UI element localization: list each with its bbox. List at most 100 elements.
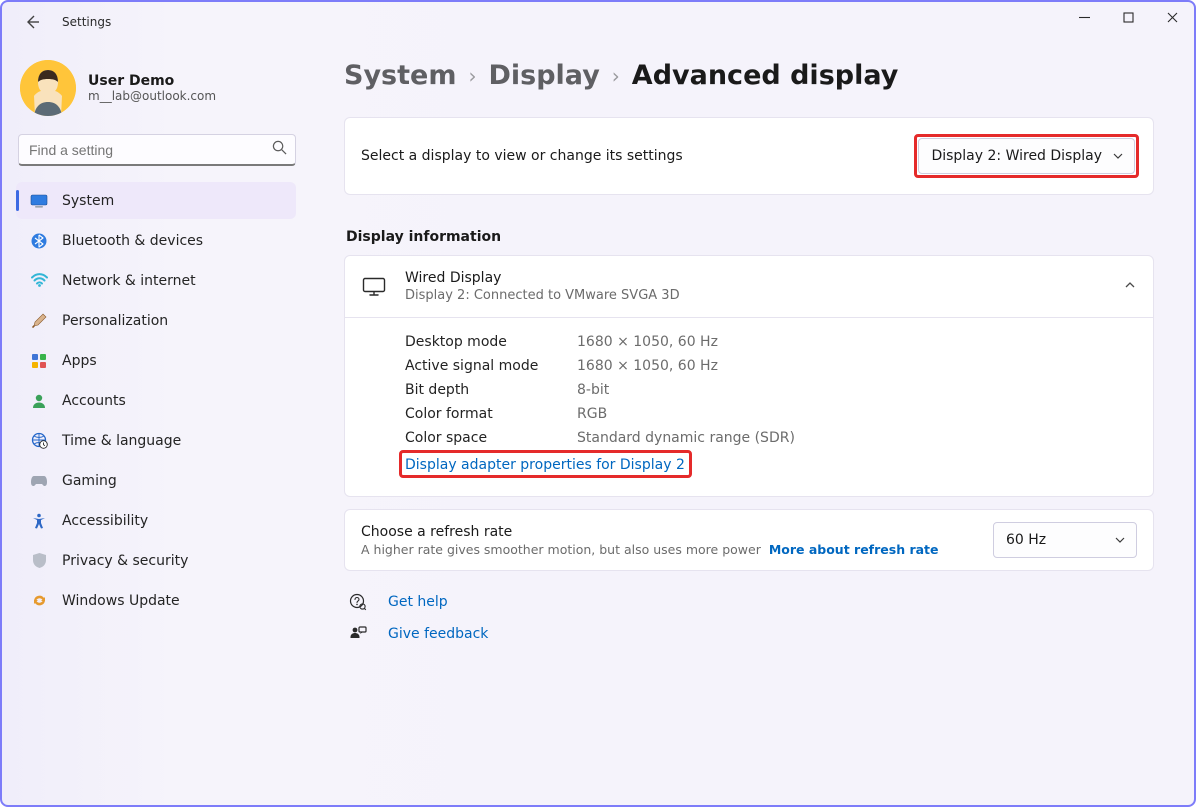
display-info-header[interactable]: Wired Display Display 2: Connected to VM… [345,256,1153,317]
highlight-callout: Display 2: Wired Display [914,134,1139,178]
sidebar-item-label: Accounts [62,393,126,409]
adapter-properties-link[interactable]: Display adapter properties for Display 2 [405,453,685,473]
monitor-icon [361,274,387,300]
profile[interactable]: User Demo m__lab@outlook.com [16,56,310,134]
maximize-button[interactable] [1106,2,1150,32]
display-dropdown-value: Display 2: Wired Display [931,148,1102,164]
sidebar-item-windows-update[interactable]: Windows Update [16,582,296,619]
sidebar-item-gaming[interactable]: Gaming [16,462,296,499]
info-row: Color spaceStandard dynamic range (SDR) [405,426,1137,450]
info-row: Color format RGB [405,402,1137,426]
close-button[interactable] [1150,2,1194,32]
breadcrumb-current: Advanced display [632,60,899,91]
display-info-subtitle: Display 2: Connected to VMware SVGA 3D [405,288,680,303]
apps-icon [30,352,48,370]
breadcrumb-system[interactable]: System [344,60,456,91]
info-value: RGB [577,406,607,422]
highlight-callout: Display adapter properties for Display 2 [399,450,692,478]
sidebar-item-label: Network & internet [62,273,196,289]
settings-window: Settings User Demo [0,0,1196,807]
info-key: Color format [405,406,551,422]
sidebar-item-label: System [62,193,114,209]
search-box[interactable] [18,134,296,166]
sidebar-item-privacy[interactable]: Privacy & security [16,542,296,579]
select-display-card: Select a display to view or change its s… [344,117,1154,195]
info-key: Color space [405,430,551,446]
system-icon [30,192,48,210]
chevron-right-icon: › [612,64,620,88]
chevron-down-icon [1112,150,1124,162]
sidebar-item-label: Time & language [62,433,181,449]
info-row: Bit depth 8-bit [405,378,1137,402]
titlebar: Settings [2,2,1194,44]
search-icon [272,140,287,159]
breadcrumb-display[interactable]: Display [488,60,599,91]
profile-email: m__lab@outlook.com [88,89,216,103]
search-input[interactable] [27,141,272,159]
maximize-icon [1123,12,1134,23]
section-title: Display information [346,229,1154,245]
footer-links: Get help Give feedback [344,593,1154,643]
sidebar-item-label: Accessibility [62,513,148,529]
refresh-rate-value: 60 Hz [1006,532,1046,548]
chevron-up-icon [1123,277,1137,296]
info-value: 1680 × 1050, 60 Hz [577,334,718,350]
sidebar-item-time-language[interactable]: Time & language [16,422,296,459]
give-feedback-link[interactable]: Give feedback [344,625,1154,643]
sidebar-item-label: Gaming [62,473,117,489]
close-icon [1167,12,1178,23]
get-help-label: Get help [388,594,448,610]
sidebar-item-label: Privacy & security [62,553,188,569]
sidebar-item-accounts[interactable]: Accounts [16,382,296,419]
sidebar-item-personalization[interactable]: Personalization [16,302,296,339]
main: System › Display › Advanced display Sele… [310,44,1194,805]
sidebar-item-label: Apps [62,353,97,369]
more-about-refresh-link[interactable]: More about refresh rate [769,542,939,557]
info-value: 8-bit [577,382,609,398]
info-value: 1680 × 1050, 60 Hz [577,358,718,374]
sidebar-item-label: Windows Update [62,593,180,609]
sidebar-item-accessibility[interactable]: Accessibility [16,502,296,539]
back-button[interactable] [18,8,46,36]
minimize-icon [1079,12,1090,23]
get-help-link[interactable]: Get help [344,593,1154,611]
info-row: Active signal mode 1680 × 1050, 60 Hz [405,354,1137,378]
sidebar-item-label: Bluetooth & devices [62,233,203,249]
window-title: Settings [62,15,111,29]
help-icon [348,593,368,611]
globe-clock-icon [30,432,48,450]
sidebar: User Demo m__lab@outlook.com System [2,44,310,805]
sidebar-item-system[interactable]: System [16,182,296,219]
sidebar-item-label: Personalization [62,313,168,329]
breadcrumb: System › Display › Advanced display [344,54,1154,91]
minimize-button[interactable] [1062,2,1106,32]
feedback-icon [348,625,368,643]
display-info-body: Desktop mode 1680 × 1050, 60 Hz Active si… [345,318,1153,496]
person-icon [30,392,48,410]
info-row: Desktop mode 1680 × 1050, 60 Hz [405,330,1137,354]
bluetooth-icon [30,232,48,250]
nav: System Bluetooth & devices Network & int… [16,182,310,619]
avatar [20,60,76,116]
refresh-title: Choose a refresh rate [361,524,939,540]
info-key: Desktop mode [405,334,551,350]
display-info-card: Wired Display Display 2: Connected to VM… [344,255,1154,497]
sidebar-item-apps[interactable]: Apps [16,342,296,379]
update-icon [30,592,48,610]
give-feedback-label: Give feedback [388,626,488,642]
refresh-subtitle: A higher rate gives smoother motion, but… [361,542,939,557]
chevron-down-icon [1114,534,1126,546]
refresh-rate-card: Choose a refresh rate A higher rate give… [344,509,1154,571]
chevron-right-icon: › [468,64,476,88]
refresh-subtitle-text: A higher rate gives smoother motion, but… [361,542,761,557]
refresh-rate-dropdown[interactable]: 60 Hz [993,522,1137,558]
profile-name: User Demo [88,73,216,89]
sidebar-item-bluetooth[interactable]: Bluetooth & devices [16,222,296,259]
accessibility-icon [30,512,48,530]
wifi-icon [30,272,48,290]
shield-icon [30,552,48,570]
info-key: Bit depth [405,382,551,398]
info-key: Active signal mode [405,358,551,374]
sidebar-item-network[interactable]: Network & internet [16,262,296,299]
display-dropdown[interactable]: Display 2: Wired Display [918,138,1135,174]
